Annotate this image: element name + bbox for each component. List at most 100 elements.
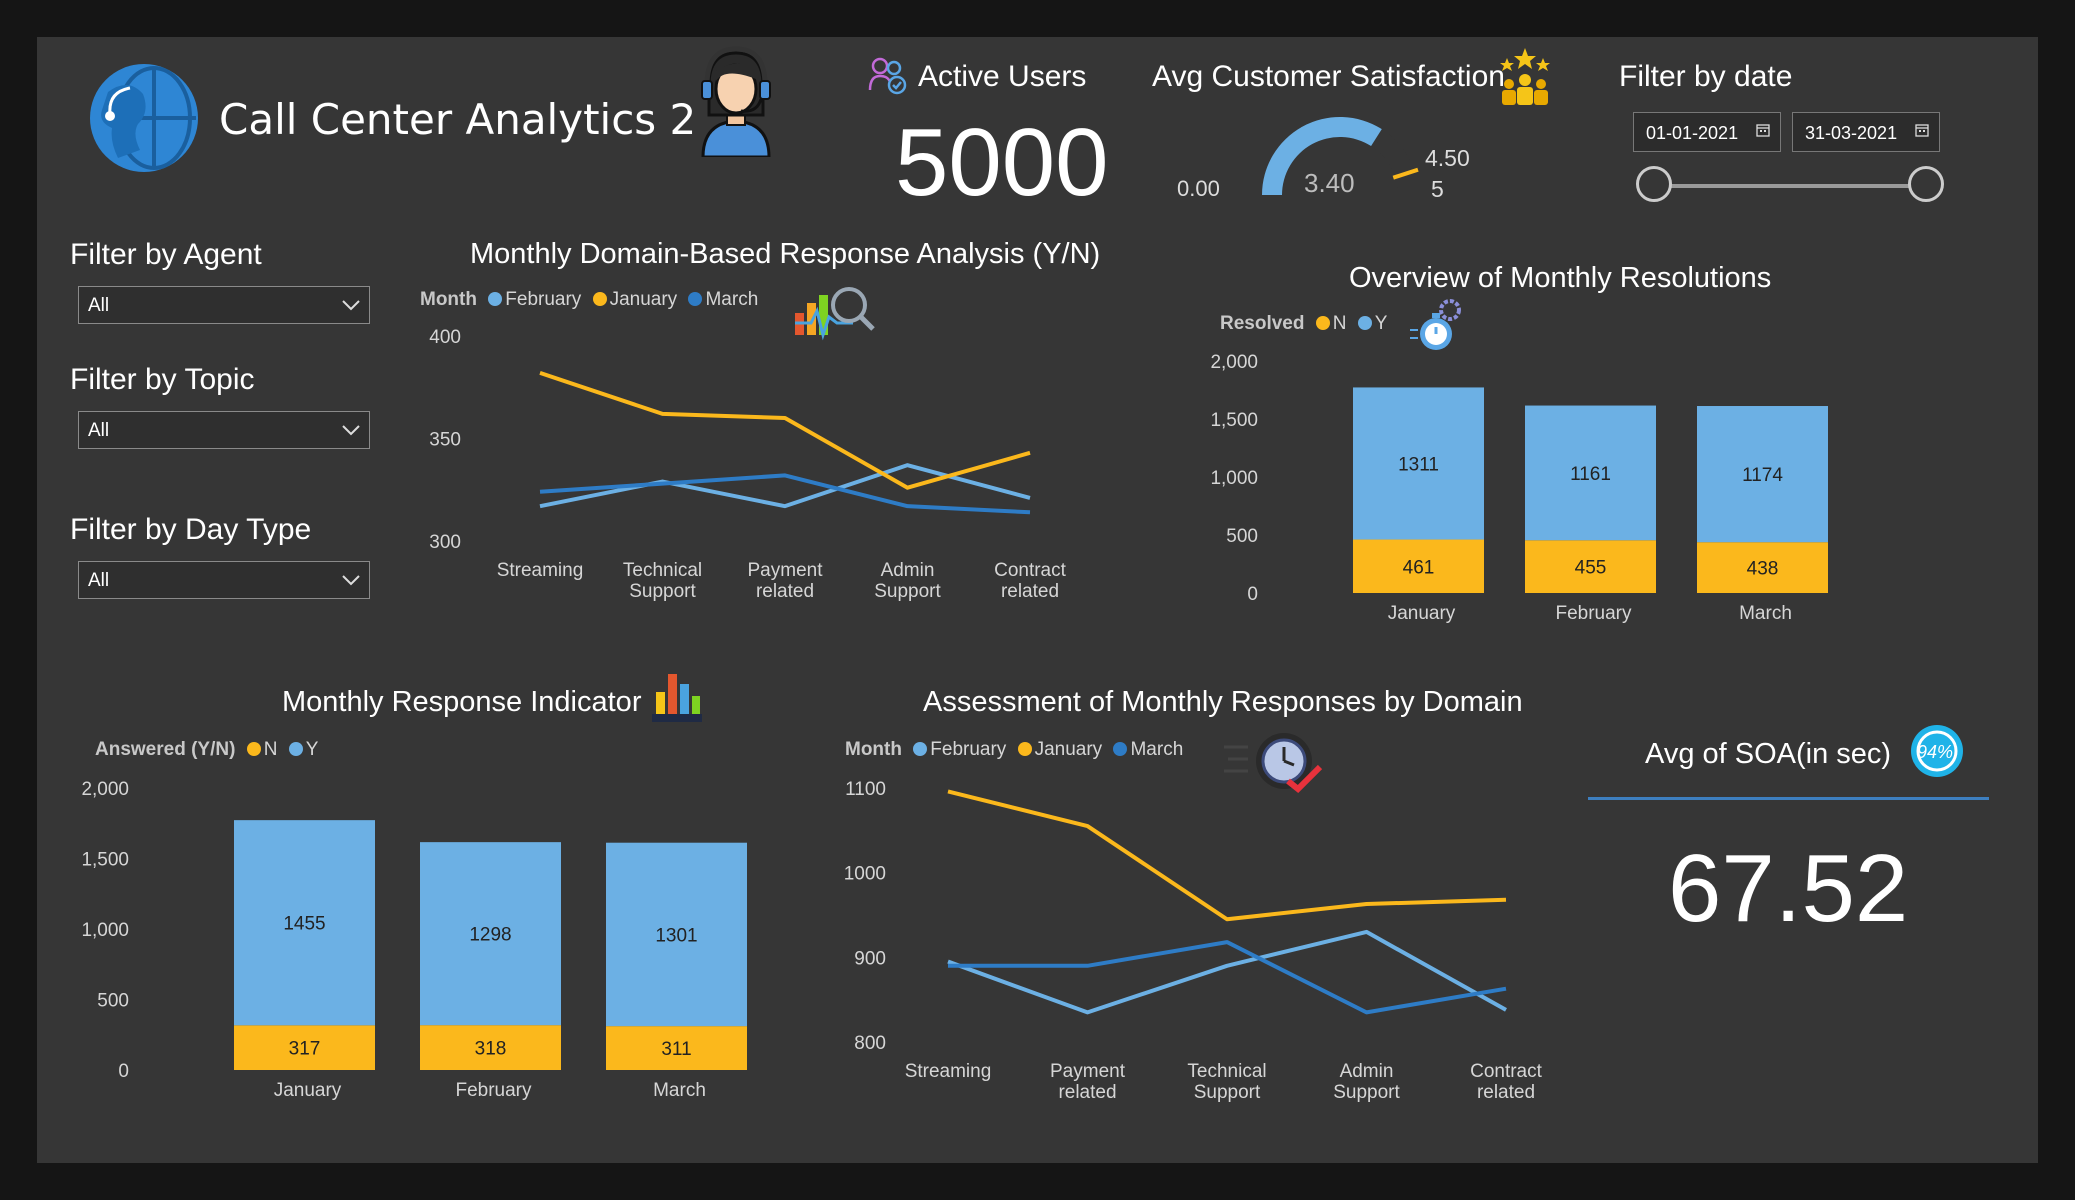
x-tick-label: Technical Support [1187,1061,1266,1103]
chevron-down-icon[interactable] [341,572,361,588]
agent-filter-value: All [88,295,110,316]
chart-response-indicator-title: Monthly Response Indicator [282,686,642,718]
slider-handle-start[interactable] [1636,166,1672,202]
legend-dot [1357,316,1372,330]
data-label: 1455 [283,914,325,935]
chart-domain-response-legend: Month February January March [420,289,758,311]
chart-resolutions: 0 500 1,000 1,500 2,000 461 1311 January 455 1161… [1210,352,1828,624]
daytype-filter-label: Filter by Day Type [70,513,312,546]
legend-item-february[interactable]: February [930,739,1006,760]
legend-title: Answered (Y/N) [95,739,236,760]
legend-item-n[interactable]: N [264,739,278,760]
legend-item-y[interactable]: Y [306,739,319,760]
x-tick-label: Payment related [748,560,824,602]
legend-dot [592,292,607,306]
y-tick-label: 800 [854,1033,886,1054]
slider-handle-end[interactable] [1908,166,1944,202]
y-tick-label: 500 [1226,526,1258,547]
stars-icon [1495,46,1555,106]
agent-avatar-icon [695,45,777,159]
date-range-slider[interactable] [1636,164,1952,208]
chevron-down-icon[interactable] [341,297,361,313]
chart-responses-domain-legend: Month February January March [845,739,1183,761]
legend-item-march[interactable]: March [1130,739,1183,760]
data-label: 1161 [1570,464,1611,485]
x-tick-label: Admin Support [1333,1061,1400,1103]
chart-domain-response-title: Monthly Domain-Based Response Analysis (… [470,238,1101,270]
y-tick-label: 1100 [845,779,886,800]
date-filter-label: Filter by date [1619,60,1793,93]
chart-responses-domain: 800 900 1000 1100 Streaming Payment related Tec… [845,779,1543,1103]
series-line-january [947,789,1507,922]
data-label: 455 [1575,558,1607,579]
y-tick-label: 0 [1247,584,1258,605]
y-tick-label: 500 [97,991,129,1012]
legend-dot [1113,742,1128,756]
bar-chart-icon [650,670,704,726]
data-label: 317 [289,1039,321,1060]
y-tick-label: 400 [429,327,461,348]
legend-title: Month [420,289,477,310]
legend-dot [246,742,261,756]
agent-filter-label: Filter by Agent [70,238,262,271]
active-users-value: 5000 [895,109,1109,216]
legend-item-january[interactable]: January [610,289,678,310]
logo-icon [88,62,200,174]
legend-item-y[interactable]: Y [1375,313,1388,334]
legend-item-january[interactable]: January [1035,739,1103,760]
calendar-icon[interactable] [1756,123,1770,137]
x-tick-label: Contract related [1470,1061,1543,1103]
satisfaction-label: Avg Customer Satisfaction [1152,60,1505,93]
users-icon [868,56,908,96]
topic-filter-value: All [88,420,110,441]
slider-track[interactable] [1656,184,1932,188]
date-start-input[interactable]: 01-01-2021 [1633,112,1781,152]
y-tick-label: 1,500 [1210,410,1258,431]
topic-filter-dropdown[interactable]: All [78,411,370,449]
x-tick-label: February [455,1080,532,1101]
chart-responses-domain-title: Assessment of Monthly Responses by Domai… [923,686,1523,718]
app-title: Call Center Analytics 2 [219,95,697,144]
y-tick-label: 1000 [845,864,886,885]
data-label: 1298 [469,925,511,946]
data-label: 318 [475,1039,507,1060]
x-tick-label: Streaming [905,1061,992,1082]
x-tick-label: January [274,1080,342,1101]
legend-item-march[interactable]: March [705,289,758,310]
soa-label: Avg of SOA(in sec) [1645,738,1892,770]
legend-dot [913,742,928,756]
chart-response-indicator-legend: Answered (Y/N) N Y [95,739,318,761]
y-tick-label: 2,000 [81,779,129,800]
y-tick-label: 1,000 [81,920,129,941]
x-tick-label: March [1739,603,1792,624]
date-end-value: 31-03-2021 [1805,123,1898,143]
data-label: 461 [1403,557,1435,578]
soa-value: 67.52 [1668,835,1909,942]
y-tick-label: 300 [429,532,461,553]
calendar-icon[interactable] [1915,123,1929,137]
date-end-input[interactable]: 31-03-2021 [1792,112,1940,152]
x-tick-label: Admin Support [874,560,941,602]
x-tick-label: Streaming [497,560,584,581]
y-tick-label: 1,000 [1210,468,1258,489]
legend-item-n[interactable]: N [1333,313,1347,334]
y-tick-label: 900 [854,948,886,969]
chevron-down-icon[interactable] [341,422,361,438]
date-start-value: 01-01-2021 [1646,123,1739,143]
legend-dot [1315,316,1330,330]
legend-dot [288,742,303,756]
daytype-filter-value: All [88,570,110,591]
chart-resolutions-title: Overview of Monthly Resolutions [1349,262,1772,294]
daytype-filter-dropdown[interactable]: All [78,561,370,599]
y-tick-label: 1,500 [81,850,129,871]
x-tick-label: February [1555,603,1632,624]
gauge-value-label: 3.40 [1304,168,1355,198]
chart-resolutions-legend: Resolved N Y [1220,313,1387,335]
gauge-target-label: 4.50 [1425,145,1470,171]
gauge-min-label: 0.00 [1177,176,1220,201]
agent-filter-dropdown[interactable]: All [78,286,370,324]
legend-item-february[interactable]: February [505,289,581,310]
y-tick-label: 350 [429,430,461,451]
x-tick-label: Technical Support [623,560,702,602]
data-label: 311 [661,1039,691,1060]
